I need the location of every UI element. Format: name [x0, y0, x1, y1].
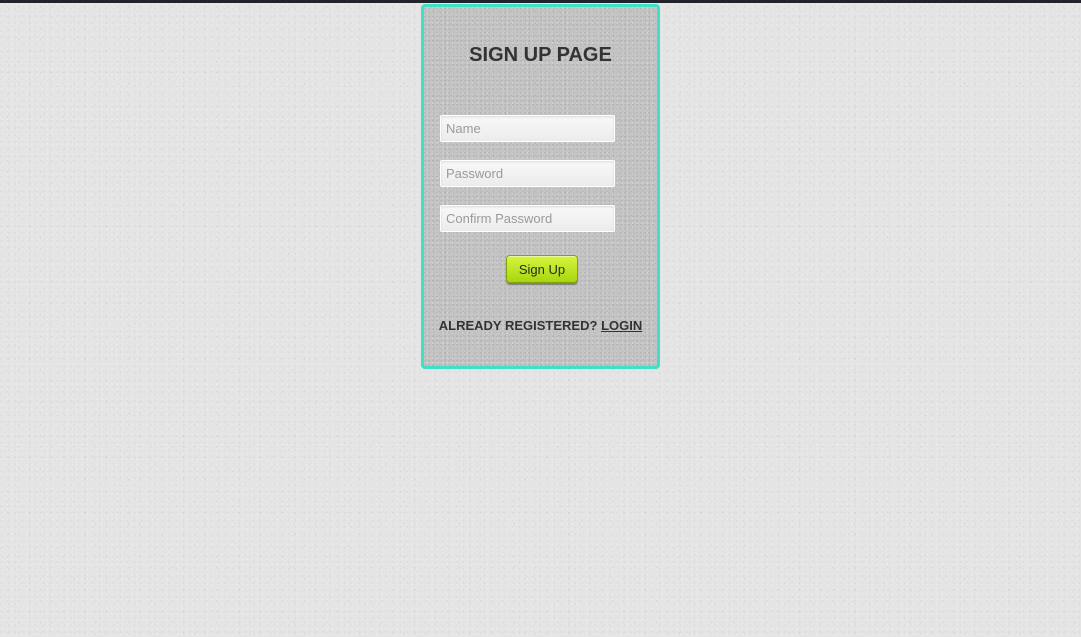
signup-card: SIGN UP PAGE Sign Up ALREADY REGISTERED?…	[421, 4, 660, 369]
confirm-password-input[interactable]	[440, 205, 615, 232]
already-registered-line: ALREADY REGISTERED? LOGIN	[424, 318, 657, 333]
top-bar	[0, 0, 1081, 3]
signup-button[interactable]: Sign Up	[506, 255, 578, 283]
password-input[interactable]	[440, 160, 615, 187]
page-title: SIGN UP PAGE	[469, 44, 612, 66]
already-registered-text: ALREADY REGISTERED?	[438, 318, 598, 333]
login-link[interactable]: LOGIN	[601, 318, 642, 333]
name-input[interactable]	[440, 115, 615, 142]
